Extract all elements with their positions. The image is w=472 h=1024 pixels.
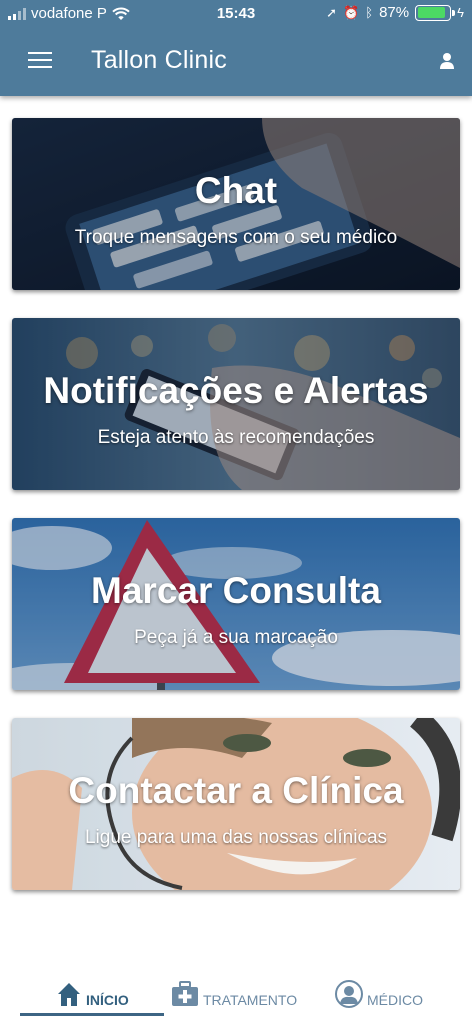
card-title: Notificações e Alertas bbox=[43, 370, 429, 411]
active-tab-indicator bbox=[20, 1013, 164, 1016]
card-chat[interactable]: Chat Troque mensagens com o seu médico bbox=[12, 118, 460, 290]
hamburger-menu-icon[interactable] bbox=[28, 52, 52, 72]
app-title: Tallon Clinic bbox=[91, 46, 227, 74]
card-subtitle: Esteja atento às recomendações bbox=[97, 427, 375, 448]
tab-medico[interactable]: MÉDICO bbox=[335, 972, 423, 1016]
status-right: ➚ ⏰ ᛒ 87% ϟ bbox=[326, 4, 464, 21]
card-title: Contactar a Clínica bbox=[68, 770, 404, 811]
app-header: Tallon Clinic bbox=[0, 28, 472, 96]
home-icon bbox=[58, 983, 80, 1006]
bluetooth-icon: ᛒ bbox=[365, 4, 374, 20]
card-notifications[interactable]: Notificações e Alertas Esteja atento às … bbox=[12, 318, 460, 490]
card-subtitle: Ligue para uma das nossas clínicas bbox=[84, 827, 388, 848]
status-bar: vodafone P 15:43 ➚ ⏰ ᛒ 87% ϟ bbox=[0, 0, 472, 28]
card-schedule-appointment[interactable]: Marcar Consulta Peça já a sua marcação bbox=[12, 518, 460, 690]
charging-bolt-icon: ϟ bbox=[457, 4, 464, 20]
alarm-clock-icon: ⏰ bbox=[343, 4, 360, 20]
battery-fill bbox=[417, 7, 445, 18]
tab-tratamento[interactable]: TRATAMENTO bbox=[171, 972, 297, 1016]
battery-icon bbox=[415, 4, 456, 21]
user-icon[interactable] bbox=[438, 52, 456, 70]
tab-inicio[interactable]: INÍCIO bbox=[56, 972, 129, 1016]
location-arrow-icon: ➚ bbox=[326, 4, 338, 20]
battery-percent: 87% bbox=[379, 4, 410, 21]
top-bar: vodafone P 15:43 ➚ ⏰ ᛒ 87% ϟ Tallon Clin… bbox=[0, 0, 472, 96]
tab-label: TRATAMENTO bbox=[203, 992, 298, 1008]
card-subtitle: Troque mensagens com o seu médico bbox=[74, 227, 398, 248]
card-subtitle: Peça já a sua marcação bbox=[134, 627, 338, 648]
card-title: Marcar Consulta bbox=[91, 570, 381, 611]
card-title: Chat bbox=[194, 170, 278, 211]
tab-label: INÍCIO bbox=[86, 992, 129, 1008]
doctor-avatar-icon bbox=[335, 980, 363, 1008]
tab-label: MÉDICO bbox=[367, 992, 423, 1008]
card-contact-clinic[interactable]: Contactar a Clínica Ligue para uma das n… bbox=[12, 718, 460, 890]
medical-kit-icon bbox=[172, 981, 198, 1006]
